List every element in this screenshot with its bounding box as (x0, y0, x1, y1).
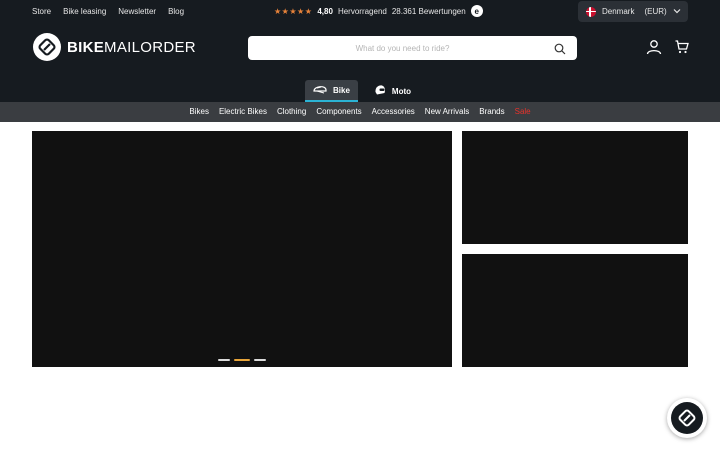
logo-text: BIKEMAILORDER (67, 39, 196, 56)
helmet-icon (313, 84, 327, 96)
nav-item-electric-bikes[interactable]: Electric Bikes (219, 102, 267, 122)
carousel-dot-1[interactable] (218, 359, 230, 361)
rating-score: 4,80 (317, 6, 333, 16)
logo-text-bold: BIKE (67, 38, 105, 56)
rating-stars: ★★★★★ (274, 6, 313, 16)
topbar-link-store[interactable]: Store (32, 6, 51, 18)
tab-bike[interactable]: Bike (305, 80, 358, 102)
country-name: Denmark (602, 7, 635, 16)
logo-text-regular: MAILORDER (104, 38, 196, 56)
nav-item-components[interactable]: Components (316, 102, 361, 122)
search-input[interactable] (248, 36, 577, 60)
nav-item-new-arrivals[interactable]: New Arrivals (425, 102, 469, 122)
topbar-links: Store Bike leasing Newsletter Blog (32, 6, 184, 18)
promo-banner-top[interactable] (462, 131, 688, 244)
site-header: Store Bike leasing Newsletter Blog ★★★★★… (0, 0, 720, 102)
promo-banner-bottom[interactable] (462, 254, 688, 367)
carousel-dot-3[interactable] (254, 359, 266, 361)
nav-item-sale[interactable]: Sale (515, 102, 531, 122)
country-selector[interactable]: Denmark (EUR) (578, 1, 688, 22)
search-bar (248, 36, 577, 60)
trusted-shops-badge-icon: e (470, 5, 483, 17)
chat-logo-icon (671, 402, 703, 434)
chat-button[interactable] (667, 398, 707, 438)
nav-item-brands[interactable]: Brands (479, 102, 504, 122)
chevron-down-icon (673, 7, 681, 17)
topbar-link-blog[interactable]: Blog (168, 6, 184, 18)
nav-item-clothing[interactable]: Clothing (277, 102, 306, 122)
denmark-flag-icon (586, 6, 596, 17)
topbar-link-newsletter[interactable]: Newsletter (118, 6, 156, 18)
rating-label: Hervorragend (337, 6, 387, 16)
tab-moto[interactable]: Moto (366, 80, 419, 102)
trusted-shops-rating[interactable]: ★★★★★ 4,80 Hervorragend 28.361 Bewertung… (274, 5, 483, 17)
cart-icon[interactable] (675, 40, 689, 59)
search-icon[interactable] (554, 42, 566, 60)
site-logo[interactable]: BIKEMAILORDER (33, 33, 196, 61)
country-currency: (EUR) (644, 7, 667, 16)
main-navigation: Bikes Electric Bikes Clothing Components… (0, 102, 720, 122)
account-icon[interactable] (646, 39, 662, 60)
tab-moto-label: Moto (391, 86, 412, 96)
hero-carousel[interactable] (32, 131, 452, 367)
nav-item-bikes[interactable]: Bikes (189, 102, 209, 122)
topbar-link-bike-leasing[interactable]: Bike leasing (63, 6, 106, 18)
carousel-dot-2[interactable] (234, 359, 250, 361)
carousel-indicators (218, 359, 266, 361)
tab-bike-label: Bike (333, 85, 350, 95)
logo-mark-icon (33, 33, 61, 61)
rating-reviews: 28.361 Bewertungen (391, 6, 466, 16)
moto-helmet-icon (374, 84, 386, 98)
nav-item-accessories[interactable]: Accessories (372, 102, 415, 122)
mode-tabs: Bike Moto (305, 80, 419, 102)
